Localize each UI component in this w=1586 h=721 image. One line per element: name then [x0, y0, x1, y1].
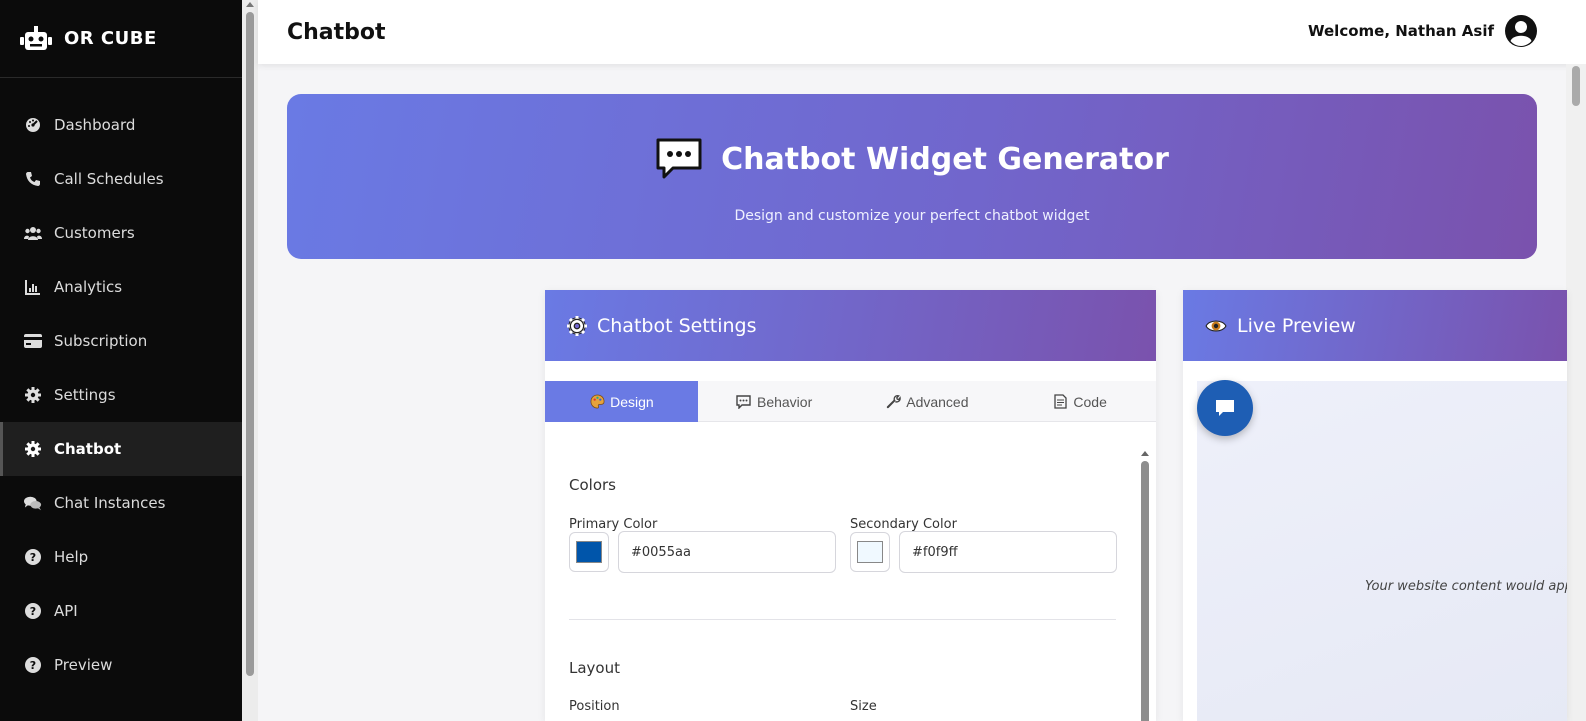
chat-icon: [656, 138, 702, 179]
settings-card: Chatbot Settings Design Behavior Advance…: [545, 290, 1156, 721]
settings-title: Chatbot Settings: [597, 314, 757, 337]
content-scrollbar[interactable]: [1566, 64, 1586, 721]
users-icon: [24, 224, 42, 242]
secondary-color-picker[interactable]: [850, 532, 890, 572]
comments-icon: [24, 494, 42, 512]
tab-label: Design: [610, 393, 654, 410]
sidebar-item-label: Help: [54, 548, 89, 566]
phone-icon: [24, 170, 42, 188]
credit-card-icon: [24, 332, 42, 350]
tab-label: Advanced: [906, 393, 969, 410]
layout-section-title: Layout: [569, 659, 620, 677]
dashboard-icon: [24, 116, 42, 134]
eye-icon: [1205, 320, 1227, 331]
tab-behavior[interactable]: Behavior: [698, 381, 851, 422]
preview-card: Live Preview Your website content would …: [1183, 290, 1567, 721]
svg-text:?: ?: [30, 551, 36, 564]
sidebar-item-settings[interactable]: Settings: [0, 368, 242, 422]
primary-color-swatch: [576, 541, 602, 563]
settings-scrollbar[interactable]: [1140, 451, 1150, 721]
scrollbar-thumb[interactable]: [1572, 66, 1580, 106]
sidebar-item-label: Settings: [54, 386, 116, 404]
sidebar-item-help[interactable]: ? Help: [0, 530, 242, 584]
preview-title: Live Preview: [1237, 314, 1356, 337]
settings-body: Colors Primary Color Secondary Color Lay…: [545, 423, 1156, 721]
sidebar-item-label: Analytics: [54, 278, 123, 296]
sidebar-item-label: Chat Instances: [54, 494, 166, 512]
scrollbar-thumb[interactable]: [246, 12, 254, 676]
gear-icon: [24, 440, 42, 458]
page-scrollbar[interactable]: [242, 0, 258, 721]
question-icon: ?: [24, 548, 42, 566]
question-icon: ?: [24, 602, 42, 620]
secondary-color-swatch: [857, 541, 883, 563]
preview-placeholder-text: Your website content would appe: [1365, 579, 1567, 594]
sidebar-item-label: Chatbot: [54, 440, 122, 458]
sidebar-item-label: Preview: [54, 656, 113, 674]
sidebar-item-label: API: [54, 602, 78, 620]
sidebar-item-label: Dashboard: [54, 116, 136, 134]
hero-banner: Chatbot Widget Generator Design and cust…: [287, 94, 1537, 259]
question-icon: ?: [24, 656, 42, 674]
sidebar-item-api[interactable]: ? API: [0, 584, 242, 638]
svg-text:?: ?: [30, 659, 36, 672]
preview-area: Your website content would appe: [1197, 381, 1567, 721]
sidebar: OR CUBE Dashboard Call Schedules Custome…: [0, 0, 242, 721]
brand[interactable]: OR CUBE: [0, 0, 242, 78]
welcome-text: Welcome, Nathan Asif: [1308, 22, 1494, 40]
palette-icon: [589, 394, 605, 410]
sidebar-item-call-schedules[interactable]: Call Schedules: [0, 152, 242, 206]
document-icon: [1052, 394, 1068, 410]
chart-icon: [24, 278, 42, 296]
page-title: Chatbot: [287, 19, 386, 45]
primary-color-picker[interactable]: [569, 532, 609, 572]
hero-title-row: Chatbot Widget Generator: [287, 138, 1537, 180]
sidebar-item-dashboard[interactable]: Dashboard: [0, 98, 242, 152]
tab-advanced[interactable]: Advanced: [851, 381, 1004, 422]
settings-tabs: Design Behavior Advanced Code: [545, 381, 1156, 422]
message-icon: [736, 394, 752, 410]
sidebar-item-customers[interactable]: Customers: [0, 206, 242, 260]
size-label: Size: [850, 699, 877, 714]
sidebar-item-chatbot[interactable]: Chatbot: [0, 422, 242, 476]
secondary-color-input[interactable]: [899, 531, 1117, 573]
tab-design[interactable]: Design: [545, 381, 698, 422]
sidebar-item-label: Call Schedules: [54, 170, 164, 188]
robot-icon: [20, 25, 52, 50]
gear-icon: [24, 386, 42, 404]
svg-text:?: ?: [30, 605, 36, 618]
scroll-up-arrow[interactable]: [246, 2, 254, 7]
chat-widget-button[interactable]: [1197, 380, 1253, 436]
primary-color-label: Primary Color: [569, 517, 658, 532]
hero-subtitle: Design and customize your perfect chatbo…: [734, 208, 1090, 224]
scroll-up-arrow[interactable]: [1141, 451, 1149, 456]
sidebar-item-label: Subscription: [54, 332, 148, 350]
sidebar-item-label: Customers: [54, 224, 135, 242]
chat-bubble-icon: [1216, 400, 1234, 416]
top-header: Chatbot Welcome, Nathan Asif: [258, 0, 1586, 64]
tab-label: Behavior: [756, 393, 813, 410]
tab-code[interactable]: Code: [1003, 381, 1156, 422]
hero-title: Chatbot Widget Generator: [721, 141, 1169, 177]
gear-icon: [567, 315, 587, 336]
colors-section-title: Colors: [569, 476, 616, 494]
settings-header: Chatbot Settings: [545, 290, 1156, 361]
section-divider: [569, 619, 1116, 620]
sidebar-item-subscription[interactable]: Subscription: [0, 314, 242, 368]
position-label: Position: [569, 699, 620, 714]
sidebar-item-chat-instances[interactable]: Chat Instances: [0, 476, 242, 530]
brand-name: OR CUBE: [64, 28, 157, 49]
wrench-icon: [885, 394, 901, 410]
sidebar-nav: Dashboard Call Schedules Customers Analy…: [0, 78, 242, 692]
sidebar-item-preview[interactable]: ? Preview: [0, 638, 242, 692]
scrollbar-thumb[interactable]: [1141, 461, 1149, 721]
sidebar-item-analytics[interactable]: Analytics: [0, 260, 242, 314]
preview-header: Live Preview: [1183, 290, 1567, 361]
secondary-color-label: Secondary Color: [850, 517, 957, 532]
tab-label: Code: [1073, 393, 1107, 410]
primary-color-input[interactable]: [618, 531, 836, 573]
user-circle-icon[interactable]: [1504, 14, 1538, 48]
